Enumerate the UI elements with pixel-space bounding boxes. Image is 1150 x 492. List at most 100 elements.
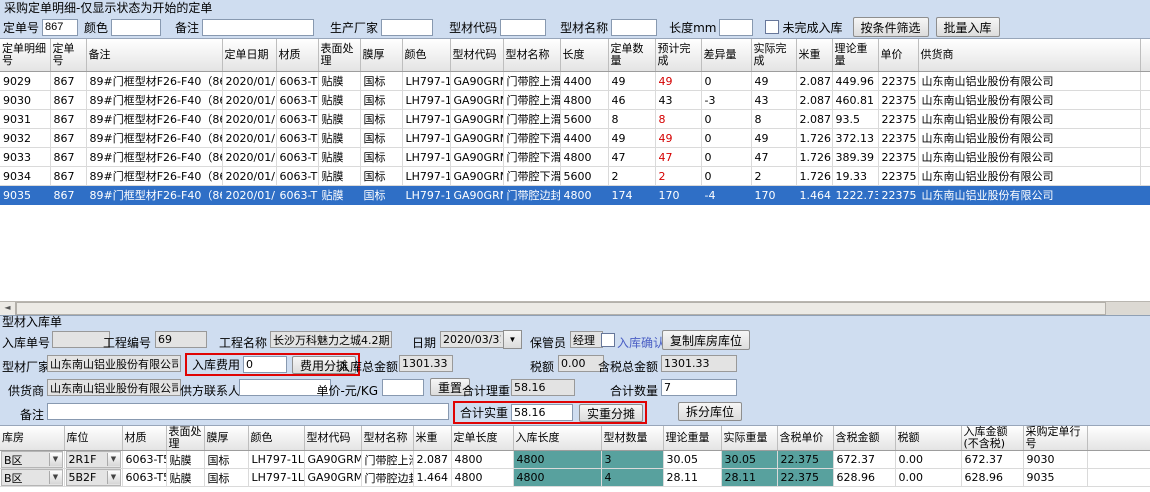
grid-cell[interactable]: 山东南山铝业股份有限公司 — [918, 148, 1140, 167]
grid-cell[interactable]: 1222.73 — [832, 186, 878, 205]
grid-cell[interactable]: 0 — [701, 129, 751, 148]
grid-cell[interactable]: 49 — [608, 72, 655, 91]
column-header[interactable]: 备注 — [86, 39, 222, 72]
column-header[interactable]: 库房 — [0, 426, 64, 451]
grid-cell[interactable]: 山东南山铝业股份有限公司 — [918, 167, 1140, 186]
grid-cell[interactable]: 9031 — [0, 110, 50, 129]
order-row[interactable]: 902986789#门框型材F26-F40（866+867）2020/01/13… — [0, 72, 1150, 91]
grid-cell[interactable]: 贴膜 — [318, 91, 360, 110]
column-header[interactable]: 供货商 — [918, 39, 1140, 72]
grid-cell[interactable]: 国标 — [360, 110, 402, 129]
grid-cell[interactable]: 9035 — [1023, 469, 1087, 487]
column-header[interactable]: 型材数量 — [601, 426, 663, 451]
grid-cell[interactable]: 2020/01/13 — [222, 167, 276, 186]
split-location-button[interactable]: 拆分库位 — [678, 402, 742, 421]
grid-cell[interactable]: 22.375 — [777, 469, 833, 487]
combo-dropdown-icon[interactable]: ▼ — [49, 453, 62, 466]
grid-cell[interactable]: 6063-T5 — [276, 72, 318, 91]
order-row[interactable]: 903086789#门框型材F26-F40（866+867）2020/01/13… — [0, 91, 1150, 110]
grid-cell[interactable]: -4 — [701, 186, 751, 205]
grid-cell[interactable]: GA90GRM05 — [450, 186, 503, 205]
grid-cell[interactable]: 22375 — [878, 110, 918, 129]
grid-cell[interactable]: 89#门框型材F26-F40（866+867） — [86, 72, 222, 91]
grid-cell[interactable]: 672.37 — [833, 451, 895, 469]
grid-cell[interactable]: 22.375 — [777, 451, 833, 469]
date-input[interactable] — [440, 331, 504, 348]
column-header[interactable]: 预计完成 — [655, 39, 701, 72]
grid-cell[interactable]: 门带腔边封 — [503, 186, 560, 205]
grid-cell[interactable]: LH797-1LL0 — [248, 469, 304, 487]
grid-cell[interactable]: 867 — [50, 91, 86, 110]
grid-cell[interactable]: 4800 — [451, 469, 513, 487]
grid-cell[interactable]: 5B2F▼ — [64, 469, 122, 487]
combo-dropdown-icon[interactable]: ▼ — [49, 471, 62, 484]
column-header[interactable]: 定单号 — [50, 39, 86, 72]
grid-cell[interactable]: 22375 — [878, 186, 918, 205]
total-theory-weight-input[interactable] — [511, 379, 575, 396]
grid-cell[interactable]: 89#门框型材F26-F40（866+867） — [86, 148, 222, 167]
inbound-confirm-checkbox[interactable] — [601, 333, 615, 347]
order-row[interactable]: 903386789#门框型材F26-F40（866+867）2020/01/13… — [0, 148, 1150, 167]
grid-cell[interactable]: 0 — [701, 167, 751, 186]
grid-cell[interactable]: 460.81 — [832, 91, 878, 110]
grid-cell[interactable] — [1087, 469, 1150, 487]
column-header[interactable] — [1087, 426, 1150, 451]
grid-cell[interactable]: LH797-1LL0 — [402, 148, 450, 167]
grid-cell[interactable]: 22375 — [878, 91, 918, 110]
grid-cell[interactable]: 43 — [751, 91, 796, 110]
grid-cell[interactable]: 1.726 — [796, 129, 832, 148]
column-header[interactable]: 采购定单行号 — [1023, 426, 1087, 451]
grid-cell[interactable]: 贴膜 — [318, 110, 360, 129]
manufacturer-input[interactable] — [381, 19, 433, 36]
grid-cell[interactable]: 49 — [608, 129, 655, 148]
grid-cell[interactable]: 贴膜 — [318, 167, 360, 186]
unit-price-input[interactable] — [382, 379, 424, 396]
grid-cell[interactable]: 山东南山铝业股份有限公司 — [918, 186, 1140, 205]
receipt-no-input[interactable] — [52, 331, 110, 348]
horizontal-scrollbar[interactable]: ◄ — [0, 301, 1150, 315]
grid-cell[interactable]: 22375 — [878, 72, 918, 91]
project-no-input[interactable] — [155, 331, 207, 348]
grid-cell[interactable]: 2020/01/13 — [222, 186, 276, 205]
profile-name-input[interactable] — [611, 19, 657, 36]
column-header[interactable]: 含税单价 — [777, 426, 833, 451]
grid-cell[interactable]: 贴膜 — [166, 469, 204, 487]
grid-cell[interactable]: GA90GRM03 — [304, 451, 361, 469]
column-header[interactable]: 税额 — [895, 426, 961, 451]
weight-share-button[interactable]: 实重分摊 — [579, 404, 643, 422]
grid-cell[interactable]: 30.05 — [663, 451, 721, 469]
column-header[interactable]: 理论重量 — [832, 39, 878, 72]
grid-cell[interactable]: 贴膜 — [318, 148, 360, 167]
grid-cell[interactable]: 4800 — [513, 451, 601, 469]
tax-total-input[interactable] — [661, 355, 737, 372]
grid-cell[interactable]: 2.087 — [796, 91, 832, 110]
grid-cell[interactable]: 门带腔上滑 — [361, 451, 413, 469]
grid-cell[interactable]: 贴膜 — [318, 129, 360, 148]
grid-cell[interactable]: 6063-T5 — [276, 167, 318, 186]
grid-cell[interactable]: B区▼ — [0, 469, 64, 487]
grid-cell[interactable] — [1140, 186, 1150, 205]
grid-cell[interactable]: 2R1F▼ — [64, 451, 122, 469]
column-header[interactable]: 含税金额 — [833, 426, 895, 451]
grid-cell[interactable]: LH797-1LL0 — [402, 129, 450, 148]
grid-cell[interactable]: 2020/01/13 — [222, 129, 276, 148]
grid-cell[interactable]: 4400 — [560, 72, 608, 91]
grid-cell[interactable]: 门带腔上滑 — [503, 72, 560, 91]
inbound-row[interactable]: B区▼5B2F▼6063-T5贴膜国标LH797-1LL0GA90GRM05门带… — [0, 469, 1150, 487]
grid-cell[interactable]: 9030 — [0, 91, 50, 110]
grid-cell[interactable]: 1.464 — [796, 186, 832, 205]
grid-cell[interactable]: 170 — [751, 186, 796, 205]
grid-cell[interactable]: 5600 — [560, 167, 608, 186]
grid-cell[interactable]: -3 — [701, 91, 751, 110]
grid-cell[interactable]: 国标 — [360, 167, 402, 186]
column-header[interactable]: 入库金额(不含税) — [961, 426, 1023, 451]
column-header[interactable]: 入库长度 — [513, 426, 601, 451]
grid-cell[interactable]: 贴膜 — [318, 72, 360, 91]
grid-cell[interactable]: 6063-T5 — [276, 129, 318, 148]
grid-cell[interactable]: LH797-1LL0 — [402, 167, 450, 186]
remark-input[interactable] — [47, 403, 449, 420]
grid-cell[interactable]: 174 — [608, 186, 655, 205]
keeper-input[interactable] — [570, 331, 603, 348]
column-header[interactable]: 膜厚 — [360, 39, 402, 72]
grid-cell[interactable]: 170 — [655, 186, 701, 205]
